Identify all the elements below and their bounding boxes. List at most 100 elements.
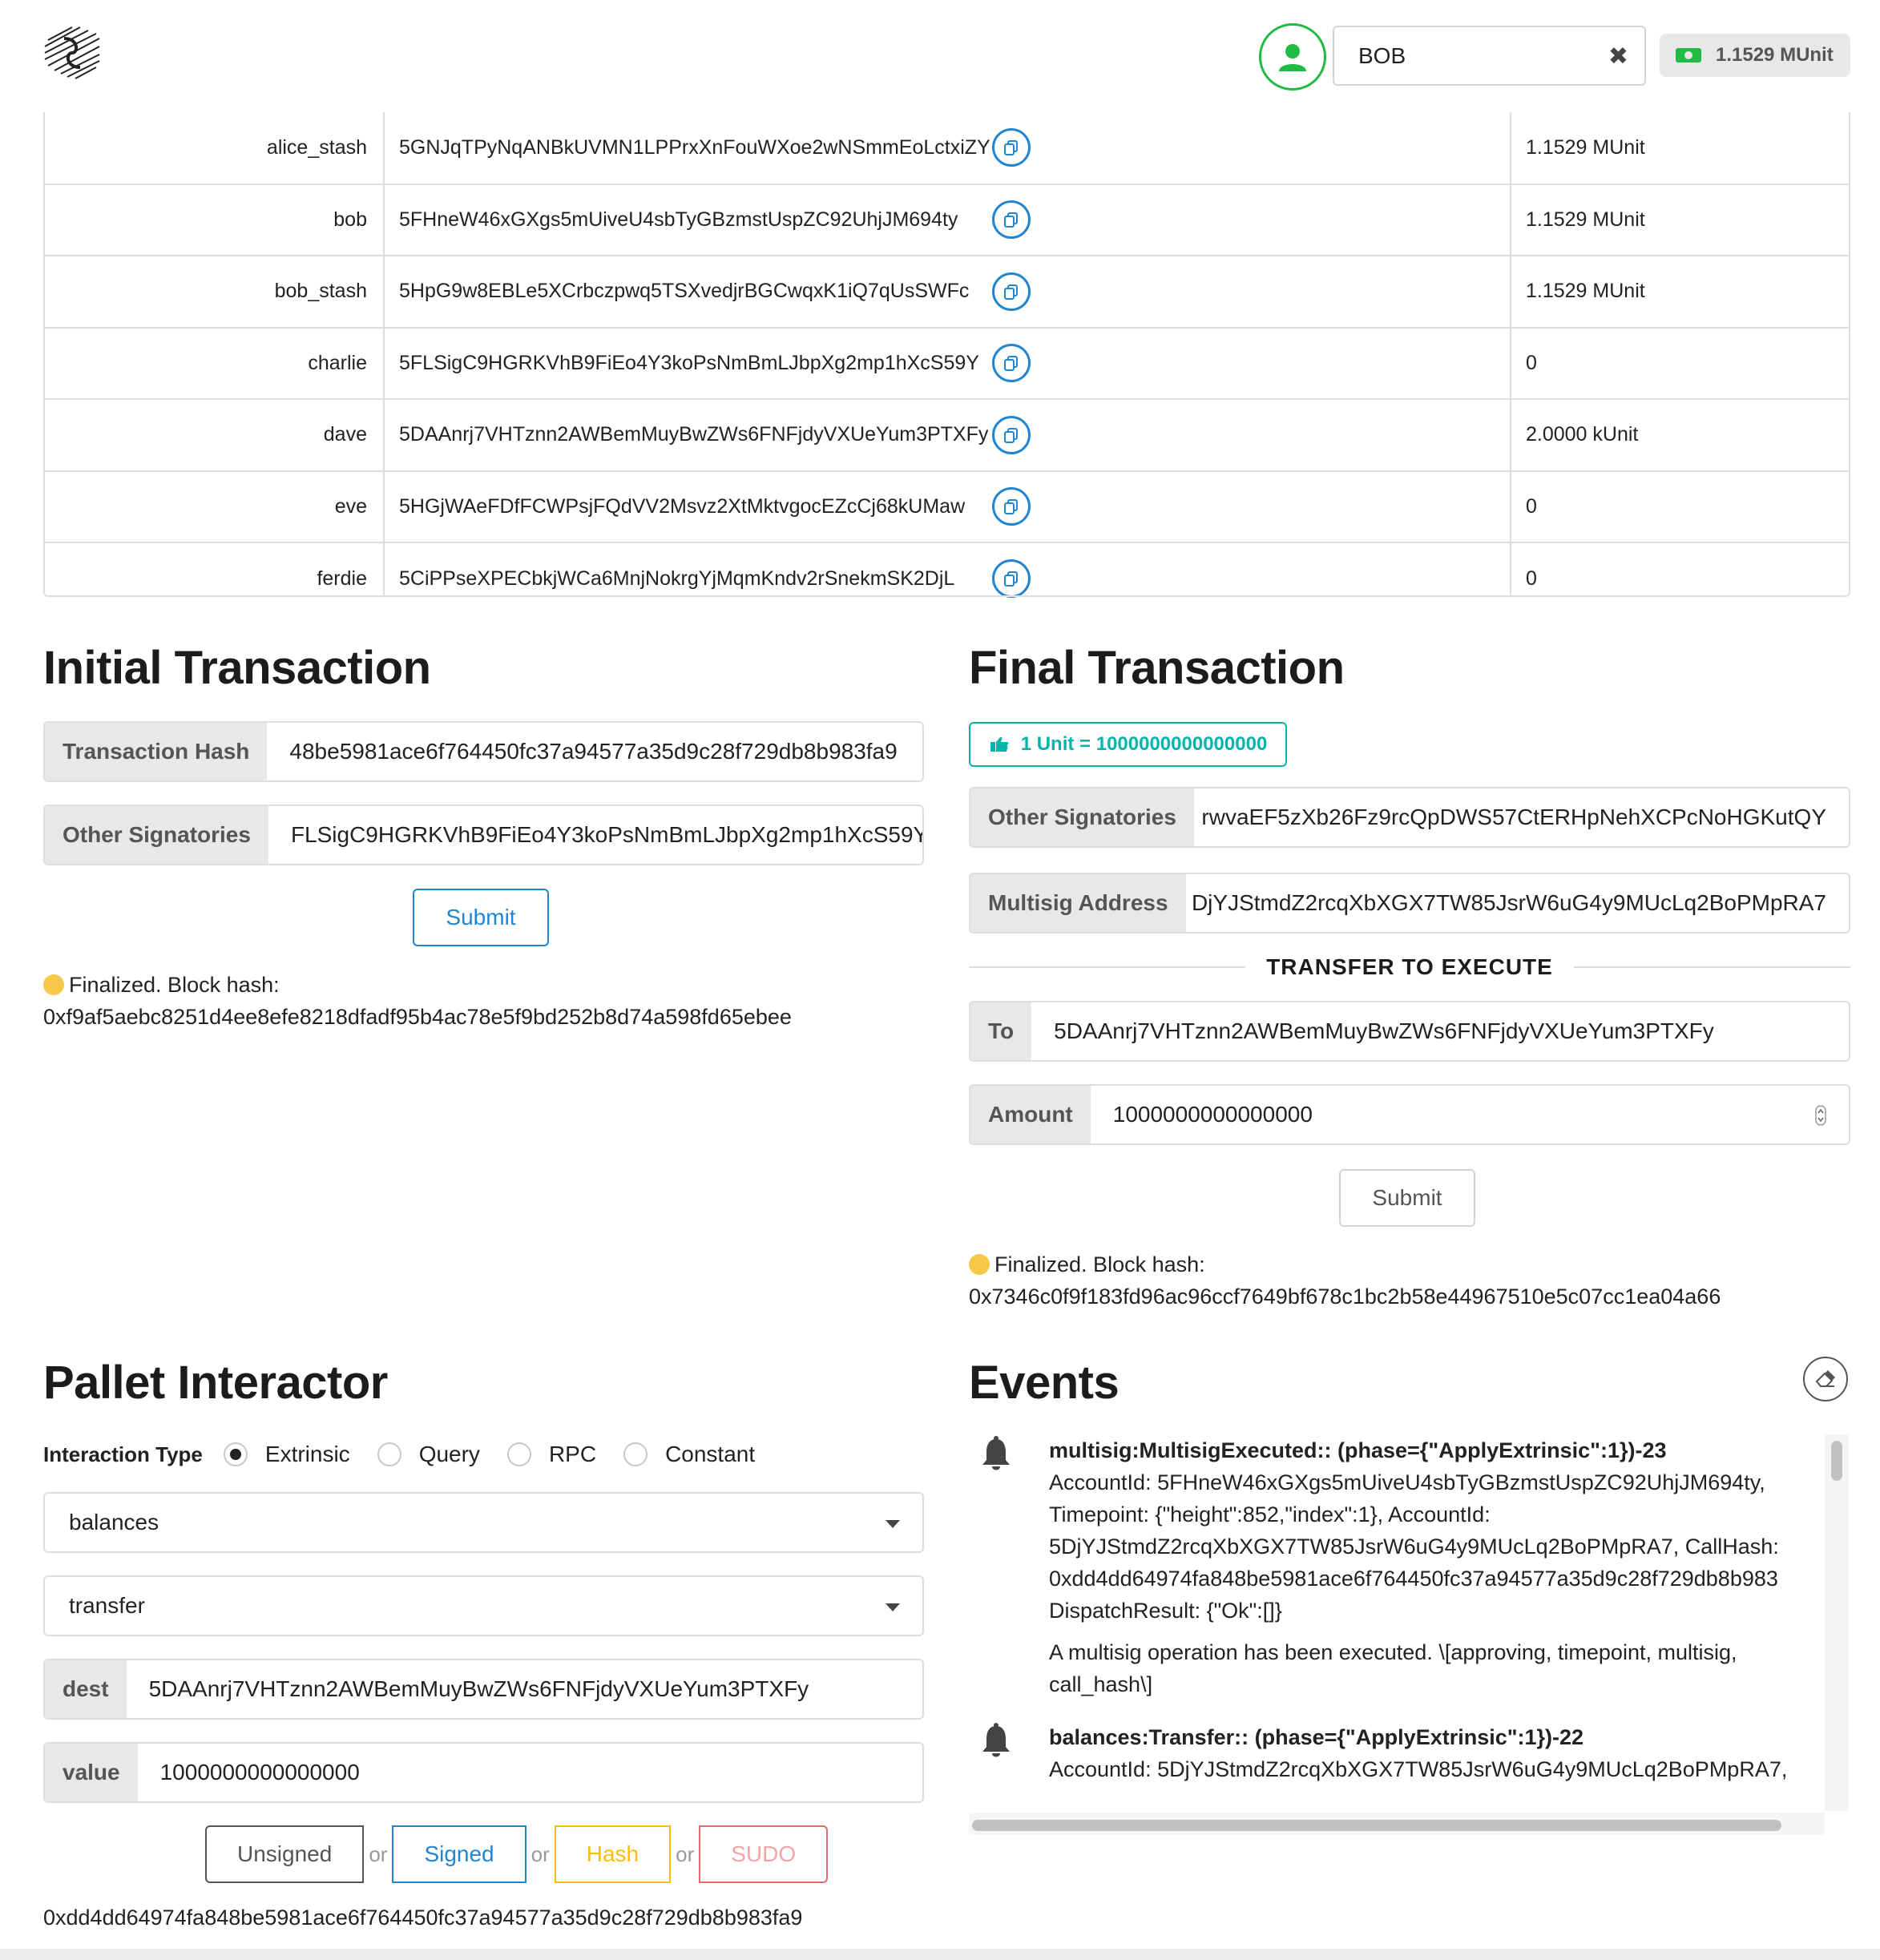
transfer-to-execute-divider: TRANSFER TO EXECUTE [969, 951, 1850, 983]
copy-icon [1004, 499, 1018, 515]
multisig-address-field[interactable]: Multisig Address DjYJStmdZ2rcqXbXGX7TW85… [969, 873, 1850, 934]
radio-query-label[interactable]: Query [419, 1442, 480, 1467]
clear-events-button[interactable] [1803, 1357, 1848, 1401]
bell-icon [982, 1723, 1010, 1757]
transfer-to-execute-label: TRANSFER TO EXECUTE [1266, 954, 1553, 979]
copy-address-button[interactable] [992, 559, 1031, 599]
unit-conversion-label: 1 Unit = 1000000000000000 [969, 722, 1287, 767]
other-signatories-input[interactable]: FLSigC9HGRKVhB9FiEo4Y3koPsNmBmLJbpXg2mp1… [268, 806, 922, 864]
radio-rpc[interactable] [506, 1442, 531, 1466]
event-data-line: AccountId: 5DjYJStmdZ2rcqXbXGX7TW85JsrW6… [1049, 1757, 1788, 1781]
initial-other-signatories-field[interactable]: Other Signatories FLSigC9HGRKVhB9FiEo4Y3… [43, 805, 924, 865]
value-input[interactable]: 1000000000000000 [138, 1744, 922, 1801]
copy-address-button[interactable] [992, 487, 1031, 526]
account-name: alice_stash [266, 135, 367, 159]
events-vertical-scrollbar[interactable] [1825, 1434, 1849, 1811]
dest-label: dest [45, 1660, 127, 1718]
copy-cell [992, 112, 1510, 184]
account-balance-label: 1.1529 MUnit [1660, 34, 1850, 77]
radio-constant[interactable] [623, 1442, 648, 1466]
other-signatories-label: Other Signatories [970, 788, 1194, 846]
account-name: bob [43, 183, 383, 256]
copy-cell [992, 398, 1510, 471]
copy-address-button[interactable] [992, 344, 1031, 383]
account-balance: 1.1529 MUnit [1510, 255, 1850, 328]
table-row: alice_stash 5GNJqTPyNqANBkUVMN1LPPrxXnFou… [43, 112, 1850, 184]
callable-dropdown[interactable]: transfer [43, 1575, 924, 1636]
copy-address-button[interactable] [992, 415, 1031, 454]
unsigned-button[interactable]: Unsigned [205, 1825, 365, 1883]
final-status: Finalized. Block hash: 0x7346c0f9f183fd9… [969, 1248, 1721, 1313]
user-icon [1279, 44, 1306, 71]
value-field[interactable]: value 1000000000000000 [43, 1742, 924, 1803]
scrollbar-thumb[interactable] [972, 1820, 1781, 1831]
pallet-result: 0xdd4dd64974fa848be5981ace6f764450fc37a9… [43, 1906, 803, 1930]
event-data-line: Timepoint: {"height":852,"index":1}, Acc… [1049, 1502, 1491, 1526]
account-selector[interactable]: BOB ✖ [1333, 26, 1646, 86]
events-feed[interactable]: multisig:MultisigExecuted:: (phase={"App… [969, 1434, 1825, 1811]
copy-icon [1004, 140, 1018, 156]
to-input[interactable]: 5DAAnrj7VHTznn2AWBemMuyBwZWs6FNFjdyVXUeY… [1031, 1002, 1849, 1060]
number-spinner-icon[interactable] [1815, 1105, 1826, 1126]
to-field[interactable]: To 5DAAnrj7VHTznn2AWBemMuyBwZWs6FNFjdyVX… [969, 1001, 1850, 1062]
initial-status: Finalized. Block hash: 0xf9af5aebc8251d4… [43, 969, 792, 1033]
account-name: bob_stash [43, 255, 383, 328]
table-row: eve 5HGjWAeFDfFCWPsjFQdVV2Msvz2XtMktvgocE… [43, 470, 1850, 542]
radio-rpc-label[interactable]: RPC [549, 1442, 596, 1467]
account-avatar-button[interactable] [1259, 23, 1326, 91]
event-data-line: AccountId: 5FHneW46xGXgs5mUiveU4sbTyGBzm… [1049, 1470, 1765, 1494]
callable-dropdown-value: transfer [69, 1593, 145, 1618]
event-data-line: 5DjYJStmdZ2rcqXbXGX7TW85JsrW6uG4y9MUcLq2… [1049, 1535, 1779, 1559]
caret-down-icon [886, 1520, 900, 1528]
copy-address-button[interactable] [992, 272, 1031, 311]
initial-submit-button[interactable]: Submit [413, 889, 549, 946]
eraser-icon [1815, 1370, 1835, 1387]
dest-input[interactable]: 5DAAnrj7VHTznn2AWBemMuyBwZWs6FNFjdyVXUeY… [127, 1660, 922, 1718]
account-address: 5GNJqTPyNqANBkUVMN1LPPrxXnFouWXoe2wNSmmE… [399, 135, 990, 159]
table-column-separator [383, 112, 385, 597]
initial-transaction-title: Initial Transaction [43, 642, 431, 694]
radio-extrinsic-label[interactable]: Extrinsic [265, 1442, 350, 1467]
initial-block-hash: 0xf9af5aebc8251d4ee8efe8218dfadf95b4ac78… [43, 1005, 792, 1029]
radio-constant-label[interactable]: Constant [665, 1442, 755, 1467]
final-submit-button[interactable]: Submit [1339, 1169, 1475, 1227]
clear-icon[interactable]: ✖ [1608, 42, 1628, 71]
final-other-signatories-field[interactable]: Other Signatories rwvaEF5zXb26Fz9rcQpDWS… [969, 787, 1850, 848]
radio-query[interactable] [377, 1442, 401, 1466]
transaction-hash-input[interactable]: 48be5981ace6f764450fc37a94577a35d9c28f72… [267, 723, 922, 780]
event-item: multisig:MultisigExecuted:: (phase={"App… [969, 1434, 1825, 1700]
amount-field[interactable]: Amount 1000000000000000 [969, 1084, 1850, 1145]
radio-extrinsic[interactable] [223, 1442, 248, 1466]
account-balance: 0 [1510, 542, 1850, 615]
transaction-hash-field[interactable]: Transaction Hash 48be5981ace6f764450fc37… [43, 721, 924, 782]
pallet-dropdown[interactable]: balances [43, 1492, 924, 1553]
amount-input[interactable]: 1000000000000000 [1091, 1086, 1849, 1143]
copy-icon [1004, 427, 1018, 443]
event-item: balances:Transfer:: (phase={"ApplyExtrin… [969, 1721, 1825, 1785]
copy-address-button[interactable] [992, 200, 1031, 240]
sudo-button[interactable]: SUDO [699, 1825, 829, 1883]
events-horizontal-scrollbar[interactable] [969, 1813, 1825, 1835]
multisig-address-input[interactable]: DjYJStmdZ2rcqXbXGX7TW85JsrW6uG4y9MUcLq2B… [1186, 874, 1849, 932]
hash-button[interactable]: Hash [554, 1825, 672, 1883]
dest-field[interactable]: dest 5DAAnrj7VHTznn2AWBemMuyBwZWs6FNFjdy… [43, 1659, 924, 1720]
copy-address-button[interactable] [992, 128, 1031, 167]
initial-status-text: Finalized. Block hash: [69, 973, 280, 997]
wink-emoji-icon [43, 974, 64, 995]
pallet-interactor-title: Pallet Interactor [43, 1357, 388, 1409]
account-name: ferdie [43, 542, 383, 615]
copy-icon [1004, 212, 1018, 228]
other-signatories-input[interactable]: rwvaEF5zXb26Fz9rcQpDWS57CtERHpNehXCPcNoH… [1194, 788, 1849, 846]
hand-pointing-icon [990, 736, 1009, 752]
account-balance: 2.0000 kUnit [1510, 398, 1850, 471]
signed-button[interactable]: Signed [392, 1825, 526, 1883]
final-transaction-title: Final Transaction [969, 642, 1345, 694]
account-balance: 0 [1510, 470, 1850, 542]
transaction-hash-label: Transaction Hash [45, 723, 268, 780]
bell-icon [982, 1436, 1010, 1470]
account-address: 5FHneW46xGXgs5mUiveU4sbTyGBzmstUspZC92Uh… [383, 183, 1024, 256]
account-name: dave [43, 398, 383, 471]
amount-input-value: 1000000000000000 [1112, 1102, 1313, 1127]
table-column-separator [1510, 112, 1511, 597]
scrollbar-thumb[interactable] [1831, 1441, 1842, 1481]
